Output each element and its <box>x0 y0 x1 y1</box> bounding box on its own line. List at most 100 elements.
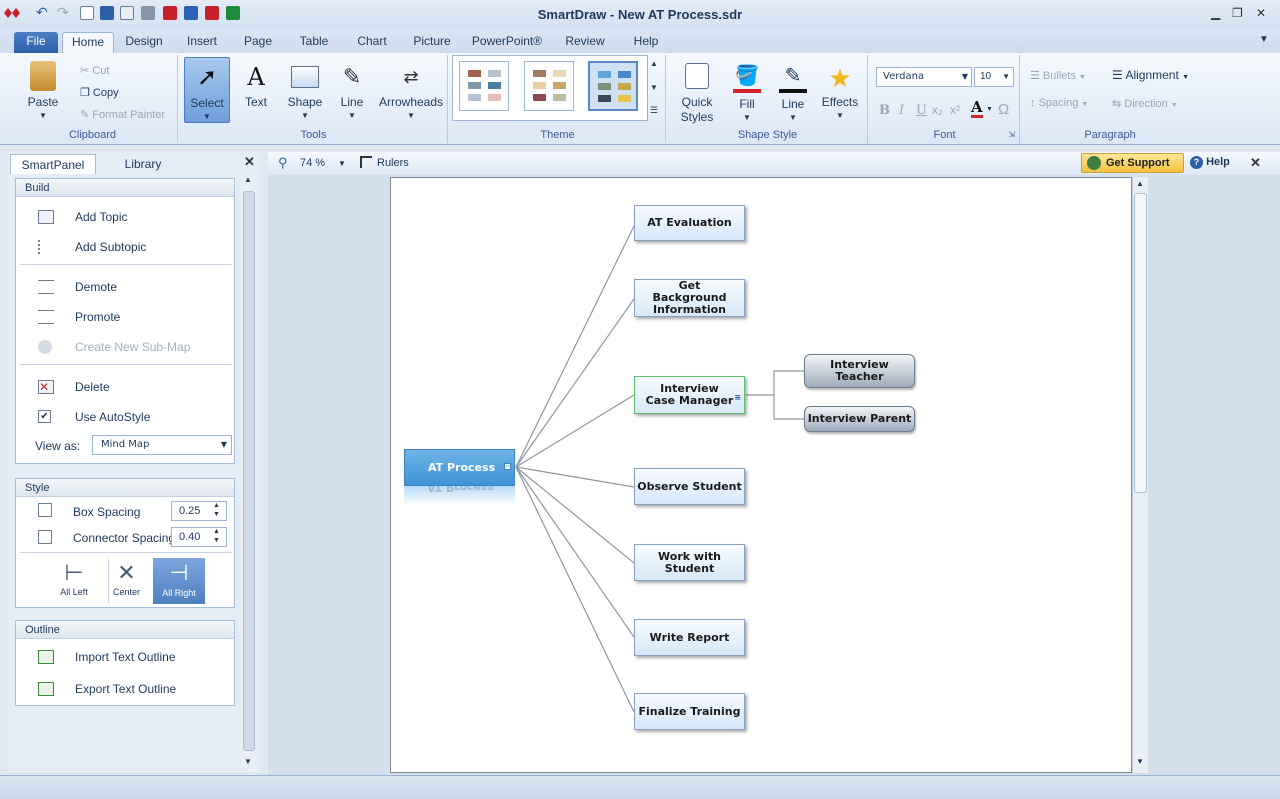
spinner-arrows-icon[interactable]: ▲ ▼ <box>213 527 220 545</box>
root-topic[interactable]: AT Process − <box>404 449 515 486</box>
use-autostyle-checkbox[interactable]: ✔ Use AutoStyle <box>16 405 234 429</box>
tab-powerpoint[interactable]: PowerPoint® <box>468 32 546 53</box>
all-right-button[interactable]: ⊣ All Right <box>153 558 205 604</box>
add-topic-button[interactable]: Add Topic <box>16 205 234 229</box>
demote-button[interactable]: Demote <box>16 275 234 299</box>
theme-option-1[interactable] <box>459 61 509 111</box>
all-left-button[interactable]: ⊢ All Left <box>56 559 92 603</box>
tab-design[interactable]: Design <box>120 32 168 53</box>
tab-smartpanel[interactable]: SmartPanel <box>10 154 96 174</box>
topic-node[interactable]: Work with Student <box>634 544 745 581</box>
gallery-scroll-down-icon[interactable]: ▼ <box>650 83 658 92</box>
font-size-select[interactable]: 10 ▼ <box>974 67 1014 87</box>
drawing-page[interactable]: AT Process − AT Process AT Evaluation Ge… <box>390 177 1132 773</box>
select-tool-button[interactable]: ➚ Select ▼ <box>184 57 230 123</box>
minimize-button[interactable]: ▁ <box>1211 6 1220 20</box>
panel-scrollbar[interactable]: ▲ ▼ <box>241 173 257 771</box>
center-layout-button[interactable]: ✕ Center <box>108 559 144 603</box>
spacing-button[interactable]: ↕ Spacing ▼ <box>1030 97 1088 109</box>
arrowheads-button[interactable]: ⇄ Arrowheads ▼ <box>378 63 444 120</box>
collapse-icon[interactable]: − <box>504 463 511 470</box>
create-submap-button[interactable]: Create New Sub-Map <box>16 335 234 359</box>
spinner-arrows-icon[interactable]: ▲ ▼ <box>213 501 220 519</box>
delete-button[interactable]: ✕ Delete <box>16 375 234 399</box>
chevron-down-icon[interactable]: ▼ <box>986 106 993 113</box>
close-window-button[interactable]: ✕ <box>1256 6 1266 20</box>
alignment-button[interactable]: ☰ Alignment ▼ <box>1112 68 1189 82</box>
format-painter-button[interactable]: ✎ Format Painter <box>80 108 165 121</box>
close-doc-icon[interactable]: ✕ <box>1250 155 1261 171</box>
font-family-select[interactable]: Verdana ▼ <box>876 67 972 87</box>
font-color-icon[interactable]: A <box>971 99 983 118</box>
superscript-icon[interactable]: x² <box>950 103 960 117</box>
topic-node[interactable]: Observe Student <box>634 468 745 505</box>
box-spacing-label: Box Spacing <box>73 505 141 519</box>
tab-chart[interactable]: Chart <box>350 32 394 53</box>
effects-button[interactable]: ★ Effects ▼ <box>818 63 862 120</box>
quick-styles-button[interactable]: Quick Styles <box>674 63 720 125</box>
tab-library[interactable]: Library <box>108 154 178 174</box>
subtopic-node[interactable]: Interview Teacher <box>804 354 915 388</box>
close-panel-icon[interactable]: ✕ <box>244 154 255 170</box>
italic-button[interactable]: I <box>899 103 904 118</box>
underline-button[interactable]: U <box>916 103 927 118</box>
topic-node[interactable]: Finalize Training <box>634 693 745 730</box>
fill-button[interactable]: 🪣 Fill ▼ <box>728 63 766 122</box>
tab-insert[interactable]: Insert <box>180 32 224 53</box>
ribbon-minimize-icon[interactable]: ▼ <box>1259 34 1269 45</box>
restore-button[interactable]: ❐ <box>1232 6 1243 20</box>
cut-button[interactable]: ✂ Cut <box>80 64 109 77</box>
tab-review[interactable]: Review <box>560 32 610 53</box>
topic-node-selected[interactable]: Interview Case Manager ≡ <box>634 376 745 414</box>
collapse-icon[interactable]: ≡ <box>734 392 741 404</box>
topic-node[interactable]: AT Evaluation <box>634 205 745 241</box>
tab-home[interactable]: Home <box>62 32 114 53</box>
import-outline-button[interactable]: Import Text Outline <box>16 645 234 669</box>
shape-tool-button[interactable]: Shape ▼ <box>282 63 328 120</box>
subscript-icon[interactable]: x₂ <box>932 103 943 117</box>
scroll-thumb[interactable] <box>243 191 255 751</box>
gallery-more-icon[interactable]: ☰ <box>650 105 658 116</box>
rulers-toggle[interactable]: Rulers <box>377 157 409 169</box>
subtopic-node[interactable]: Interview Parent <box>804 406 915 432</box>
tab-picture[interactable]: Picture <box>406 32 458 53</box>
line-tool-button[interactable]: ✎ Line ▼ <box>332 63 372 120</box>
font-group: Verdana ▼ 10 ▼ B I U x₂ x² A ▼ Ω ⇲ Font <box>870 55 1020 143</box>
text-tool-button[interactable]: A Text <box>236 63 276 109</box>
scroll-up-icon[interactable]: ▲ <box>1136 179 1144 188</box>
rulers-icon[interactable] <box>360 156 372 168</box>
direction-button[interactable]: ⇆ Direction ▼ <box>1112 97 1178 110</box>
paste-button[interactable]: Paste ▼ <box>20 61 66 120</box>
help-button[interactable]: ? Help <box>1190 156 1230 169</box>
view-as-select[interactable]: Mind Map ▼ <box>92 435 232 455</box>
get-support-button[interactable]: Get Support <box>1081 153 1184 173</box>
bold-button[interactable]: B <box>879 103 890 118</box>
zoom-value[interactable]: 74 % <box>300 157 325 169</box>
add-subtopic-button[interactable]: Add Subtopic <box>16 235 234 259</box>
promote-button[interactable]: Promote <box>16 305 234 329</box>
scroll-down-icon[interactable]: ▼ <box>244 757 252 766</box>
theme-option-2[interactable] <box>524 61 574 111</box>
export-outline-button[interactable]: Export Text Outline <box>16 677 234 701</box>
symbol-omega-icon[interactable]: Ω <box>998 101 1009 118</box>
bullets-button[interactable]: ☰ Bullets ▼ <box>1030 69 1086 82</box>
gallery-scroll-up-icon[interactable]: ▲ <box>650 59 658 68</box>
bullets-label: Bullets <box>1042 70 1076 82</box>
tab-page[interactable]: Page <box>238 32 278 53</box>
zoom-dropdown-icon[interactable]: ▼ <box>338 159 346 168</box>
scroll-down-icon[interactable]: ▼ <box>1136 757 1144 766</box>
tab-file[interactable]: File <box>14 32 58 53</box>
canvas-scrollbar[interactable]: ▲ ▼ <box>1132 177 1148 773</box>
topic-node[interactable]: Get Background Information <box>634 279 745 317</box>
theme-option-3-selected[interactable] <box>588 61 638 111</box>
quick-styles-label: Quick Styles <box>680 95 714 124</box>
tab-help[interactable]: Help <box>626 32 666 53</box>
delete-icon: ✕ <box>38 380 54 394</box>
zoom-icon[interactable]: ⚲ <box>278 155 288 171</box>
copy-button[interactable]: ❐ Copy <box>80 86 119 99</box>
line-style-button[interactable]: ✎ Line ▼ <box>774 63 812 122</box>
scroll-thumb[interactable] <box>1134 193 1147 493</box>
tab-table[interactable]: Table <box>292 32 336 53</box>
scroll-up-icon[interactable]: ▲ <box>244 175 252 184</box>
topic-node[interactable]: Write Report <box>634 619 745 656</box>
